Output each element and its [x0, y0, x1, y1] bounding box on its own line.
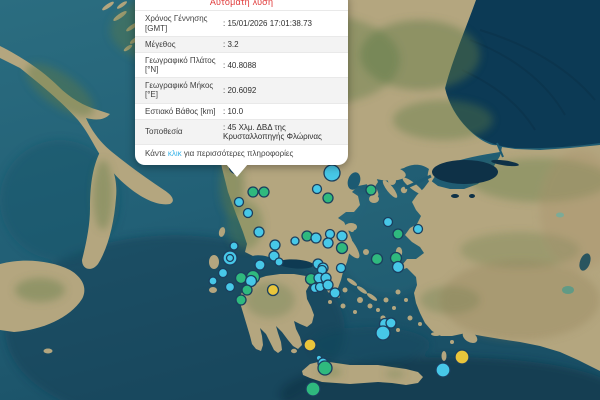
quake-marker[interactable]: [235, 198, 244, 207]
land-malta: [44, 349, 53, 354]
popup-row-value: 20.6092: [223, 86, 340, 95]
popup-row: Γεωγραφικό Μήκος [°E]20.6092: [135, 77, 348, 102]
quake-marker[interactable]: [386, 318, 396, 328]
popup-footer: Κάντε κλικ για περισσότερες πληροφορίες: [135, 144, 348, 165]
quake-marker[interactable]: [255, 260, 265, 270]
quake-marker[interactable]: [254, 227, 264, 237]
quake-marker[interactable]: [236, 295, 246, 305]
quake-marker[interactable]: [236, 273, 247, 284]
quake-marker[interactable]: [455, 350, 469, 364]
quake-marker[interactable]: [384, 218, 393, 227]
quake-marker[interactable]: [376, 326, 390, 340]
quake-marker[interactable]: [248, 187, 258, 197]
quake-marker[interactable]: [337, 264, 346, 273]
quake-marker[interactable]: [311, 233, 321, 243]
popup-row: Γεωγραφικό Πλάτος [°N]40.8088: [135, 52, 348, 77]
quake-marker[interactable]: [244, 209, 253, 218]
quake-marker[interactable]: [259, 187, 269, 197]
popup-row-label: Χρόνος Γέννησης [GMT]: [145, 14, 223, 32]
quake-marker[interactable]: [209, 277, 217, 285]
quake-marker[interactable]: [268, 285, 279, 296]
quake-marker[interactable]: [337, 243, 348, 254]
quake-marker[interactable]: [414, 225, 423, 234]
quake-marker[interactable]: [330, 288, 340, 298]
quake-popup: Αυτόματη λύση Χρόνος Γέννησης [GMT]15/01…: [135, 0, 348, 165]
popup-row-label: Τοποθεσία: [145, 127, 223, 136]
popup-row-value: 15/01/2026 17:01:38.73: [223, 19, 340, 28]
quake-marker[interactable]: [275, 258, 283, 266]
quake-marker[interactable]: [324, 165, 340, 181]
popup-row-value: 3.2: [223, 40, 340, 49]
quake-marker[interactable]: [323, 238, 333, 248]
popup-tail: [226, 164, 248, 177]
popup-row: Χρόνος Γέννησης [GMT]15/01/2026 17:01:38…: [135, 10, 348, 35]
quake-marker[interactable]: [393, 229, 403, 239]
popup-table: Χρόνος Γέννησης [GMT]15/01/2026 17:01:38…: [135, 10, 348, 144]
quake-marker[interactable]: [230, 242, 238, 250]
popup-title: Αυτόματη λύση: [135, 0, 348, 10]
quake-marker[interactable]: [372, 254, 383, 265]
quake-marker[interactable]: [366, 185, 376, 195]
quake-marker[interactable]: [323, 280, 333, 290]
quake-marker[interactable]: [326, 230, 335, 239]
popup-row: Τοποθεσία45 Χλμ. ΔΒΔ της Κρυσταλλοπηγής …: [135, 119, 348, 144]
quake-marker[interactable]: [323, 193, 333, 203]
quake-marker[interactable]: [318, 361, 332, 375]
quake-marker[interactable]: [393, 262, 404, 273]
quake-marker[interactable]: [226, 283, 235, 292]
footer-text-suffix: για περισσότερες πληροφορίες: [182, 149, 294, 158]
popup-row: Εστιακό Βάθος [km]10.0: [135, 103, 348, 119]
quake-marker[interactable]: [242, 285, 252, 295]
quake-marker[interactable]: [306, 382, 320, 396]
quake-marker[interactable]: [436, 363, 450, 377]
seismic-map-app: Αυτόματη λύση Χρόνος Γέννησης [GMT]15/01…: [0, 0, 600, 400]
quake-marker[interactable]: [291, 237, 299, 245]
popup-row-label: Μέγεθος: [145, 40, 223, 49]
popup-row-label: Γεωγραφικό Μήκος [°E]: [145, 81, 223, 99]
popup-row-value: 40.8088: [223, 61, 340, 70]
quake-marker[interactable]: [270, 240, 280, 250]
popup-row-value: 10.0: [223, 107, 340, 116]
popup-row-label: Εστιακό Βάθος [km]: [145, 107, 223, 116]
quake-marker[interactable]: [304, 339, 316, 351]
popup-row-value: 45 Χλμ. ΔΒΔ της Κρυσταλλοπηγής Φλώρινας: [223, 123, 340, 141]
quake-marker[interactable]: [227, 255, 234, 262]
quake-marker[interactable]: [313, 185, 322, 194]
popup-row-label: Γεωγραφικό Πλάτος [°N]: [145, 56, 223, 74]
marmara-sea: [432, 160, 498, 184]
quake-marker[interactable]: [219, 269, 228, 278]
quake-marker[interactable]: [302, 231, 312, 241]
click-link[interactable]: κλικ: [168, 149, 182, 158]
popup-row: Μέγεθος3.2: [135, 36, 348, 52]
quake-marker[interactable]: [337, 231, 347, 241]
footer-text-prefix: Κάντε: [145, 149, 168, 158]
